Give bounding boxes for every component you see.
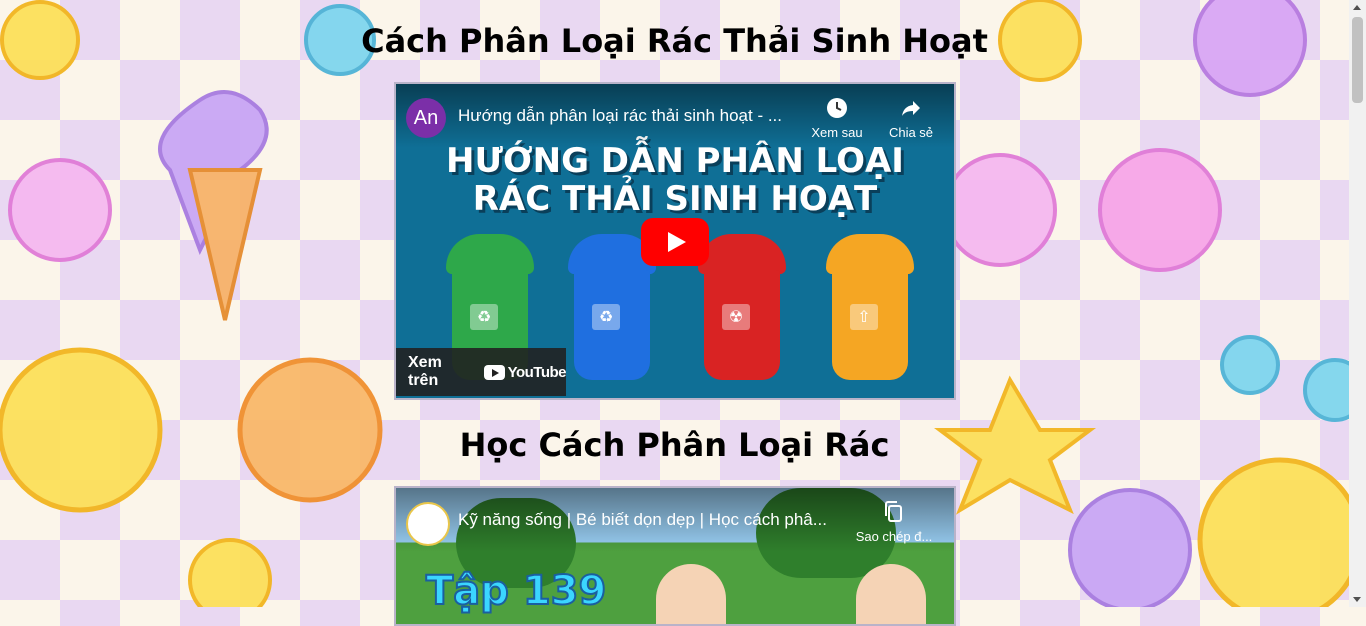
- watch-on-youtube-button[interactable]: Xem trên YouTube: [396, 348, 567, 396]
- video-thumbnail-banner: HƯỚNG DẪN PHÂN LOẠI RÁC THẢI SINH HOẠT: [396, 142, 954, 218]
- orange-bin-image: ⇧: [824, 234, 916, 384]
- page-title: Cách Phân Loại Rác Thải Sinh Hoạt: [361, 22, 988, 60]
- copy-label: Sao chép đ...: [855, 529, 933, 544]
- scroll-down-arrow-icon[interactable]: [1353, 597, 1361, 602]
- share-label: Chia sẻ: [888, 125, 934, 140]
- page-scrollbar[interactable]: [1349, 0, 1366, 607]
- page-content: Cách Phân Loại Rác Thải Sinh Hoạt HƯỚNG …: [0, 0, 1349, 626]
- section-title: Học Cách Phân Loại Rác: [459, 426, 890, 464]
- channel-avatar[interactable]: An: [406, 98, 446, 138]
- share-icon: [878, 96, 944, 122]
- youtube-logo-icon: YouTube: [483, 364, 567, 381]
- red-bin-image: ☢: [696, 234, 788, 384]
- clock-icon: [804, 96, 870, 122]
- copy-icon: [854, 500, 934, 526]
- channel-avatar[interactable]: [406, 502, 450, 546]
- video-title-link[interactable]: Hướng dẫn phân loại rác thải sinh hoạt -…: [458, 106, 788, 126]
- watch-on-label: Xem trên: [408, 354, 442, 389]
- scrollbar-thumb[interactable]: [1352, 17, 1363, 103]
- youtube-embed-2[interactable]: Tập 139 Kỹ năng sống | Bé biết dọn dẹp |…: [394, 486, 956, 626]
- share-button[interactable]: Chia sẻ: [878, 96, 944, 140]
- banner-line-2: RÁC THẢI SINH HOẠT: [472, 179, 878, 219]
- play-icon[interactable]: [641, 218, 709, 266]
- episode-label: Tập 139: [425, 567, 607, 615]
- watch-later-button[interactable]: Xem sau: [804, 96, 870, 140]
- scroll-up-arrow-icon[interactable]: [1353, 5, 1361, 10]
- watch-later-label: Xem sau: [811, 125, 863, 140]
- copy-link-button[interactable]: Sao chép đ...: [854, 500, 934, 544]
- video-title-link[interactable]: Kỹ năng sống | Bé biết dọn dẹp | Học các…: [458, 510, 843, 530]
- youtube-embed-1[interactable]: HƯỚNG DẪN PHÂN LOẠI RÁC THẢI SINH HOẠT ♻…: [394, 82, 956, 400]
